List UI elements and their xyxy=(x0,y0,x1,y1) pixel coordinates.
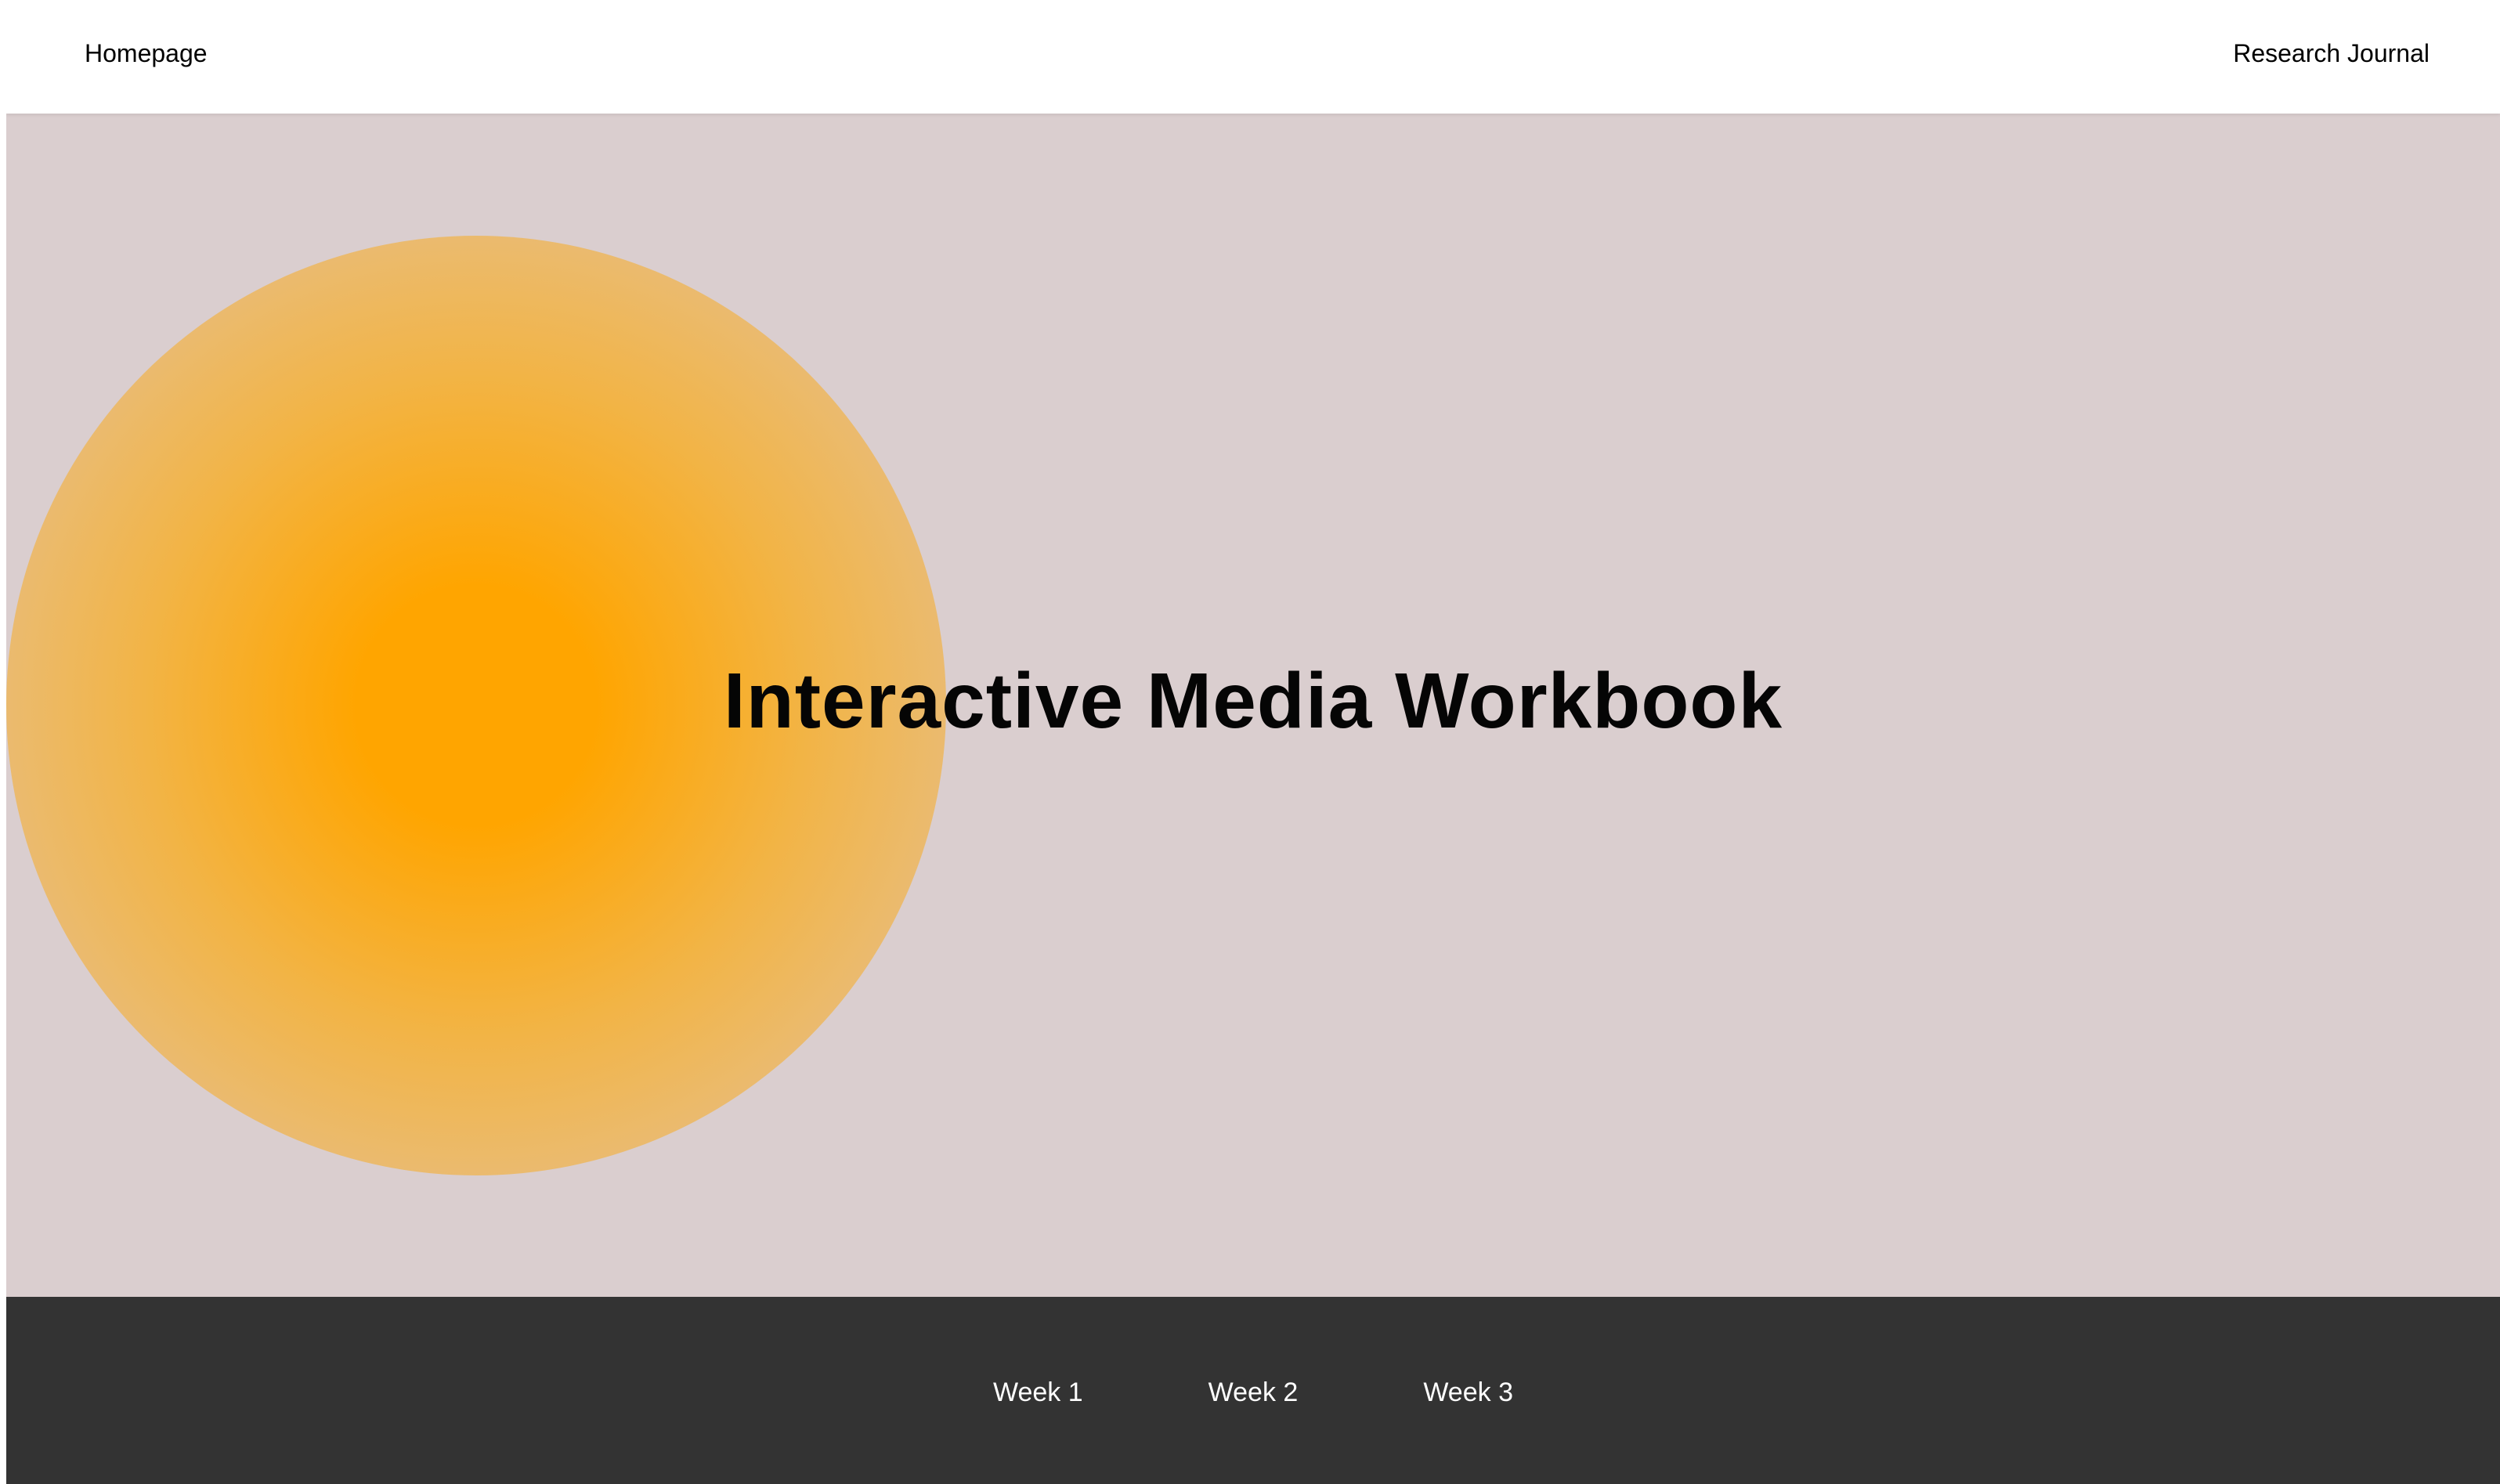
top-navigation-bar: Homepage Research Journal xyxy=(6,0,2500,114)
homepage-link[interactable]: Homepage xyxy=(85,36,208,70)
research-journal-link[interactable]: Research Journal xyxy=(2233,36,2430,70)
week-3-link[interactable]: Week 3 xyxy=(1423,1375,1513,1410)
week-2-link[interactable]: Week 2 xyxy=(1208,1375,1299,1410)
footer-bar: Week 1 Week 2 Week 3 xyxy=(6,1297,2500,1484)
week-1-link[interactable]: Week 1 xyxy=(993,1375,1083,1410)
hero-section: Interactive Media Workbook xyxy=(6,114,2500,1297)
week-navigation: Week 1 Week 2 Week 3 xyxy=(6,1375,2500,1410)
page-left-edge xyxy=(0,0,6,1484)
page-title: Interactive Media Workbook xyxy=(723,657,1783,745)
